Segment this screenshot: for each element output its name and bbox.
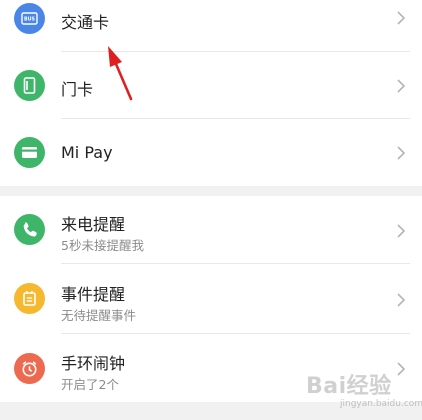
bus-card-icon: BUS [14, 3, 45, 34]
menu-item-event-reminder[interactable]: 事件提醒 无待提醒事件 [0, 264, 422, 334]
menu-item-band-alarm[interactable]: 手环闹钟 开启了2个 [0, 334, 422, 402]
menu-item-transit-card[interactable]: BUS 交通卡 [0, 0, 422, 52]
menu-item-title: 交通卡 [61, 13, 110, 32]
chevron-right-icon [397, 224, 406, 238]
menu-item-title: 事件提醒 [61, 285, 126, 304]
chevron-right-icon [397, 146, 406, 160]
chevron-right-icon [397, 11, 406, 25]
menu-item-title: Mi Pay [61, 143, 113, 162]
chevron-right-icon [397, 293, 406, 307]
menu-item-title: 手环闹钟 [61, 354, 126, 373]
menu-item-title: 门卡 [61, 80, 94, 99]
chevron-right-icon [397, 362, 406, 376]
menu-item-mi-pay[interactable]: Mi Pay [0, 119, 422, 186]
alarm-clock-icon [14, 353, 45, 384]
section-separator [0, 402, 422, 420]
chevron-right-icon [397, 79, 406, 93]
menu-item-subtitle: 无待提醒事件 [61, 308, 137, 323]
door-card-icon [14, 70, 45, 101]
event-icon [14, 283, 45, 314]
phone-icon [14, 214, 45, 245]
menu-item-subtitle: 5秒未接提醒我 [61, 238, 144, 253]
menu-item-title: 来电提醒 [61, 215, 126, 234]
wallet-card-icon [14, 137, 45, 168]
bus-icon-label: BUS [24, 17, 36, 23]
menu-item-door-card[interactable]: 门卡 [0, 52, 422, 119]
menu-item-subtitle: 开启了2个 [61, 377, 119, 392]
menu-item-call-reminder[interactable]: 来电提醒 5秒未接提醒我 [0, 196, 422, 264]
section-separator [0, 186, 422, 196]
